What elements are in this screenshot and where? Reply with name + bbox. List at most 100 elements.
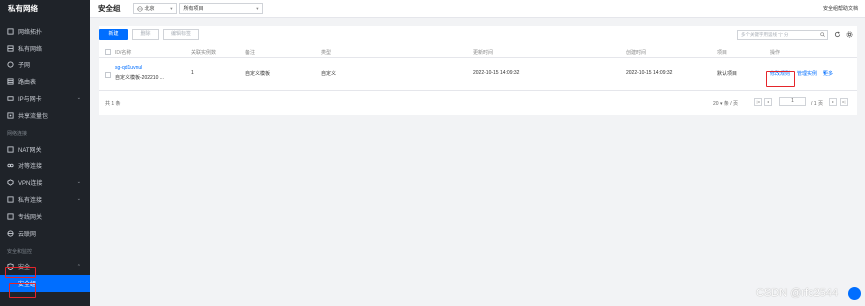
project: 默认项目 bbox=[717, 71, 738, 77]
sidebar-item-peering[interactable]: 对等连接 bbox=[0, 158, 90, 175]
new-button[interactable]: 新建 bbox=[99, 29, 128, 40]
subnet-icon bbox=[7, 61, 14, 69]
total-count: 共 1 条 bbox=[105, 101, 121, 107]
more-menu-link[interactable]: 更多 ▾ bbox=[823, 70, 833, 77]
next-page-icon[interactable]: ▸ bbox=[829, 98, 837, 106]
sidebar-item-label: 路由表 bbox=[18, 80, 37, 87]
chevron-down-icon: ⌄ bbox=[76, 95, 81, 102]
sidebar-item-label: 共享流量包 bbox=[18, 113, 49, 120]
sidebar-item-vpc[interactable]: 私有网络 bbox=[0, 40, 90, 57]
create-time: 2022-10-15 14:09:32 bbox=[626, 70, 673, 76]
help-doc-link[interactable]: 安全组帮助文档 bbox=[823, 5, 858, 12]
page-number-input[interactable]: 1 bbox=[779, 97, 806, 106]
traffic-package-icon bbox=[7, 112, 14, 119]
first-page-icon[interactable]: |◂ bbox=[754, 98, 762, 106]
region-value: 北京 bbox=[144, 6, 155, 12]
security-group-panel: 新建 删除 编辑标签 多个关键字用竖线 "|" 分 ID/名称 关联实例数 备注… bbox=[99, 26, 857, 115]
vpc-icon bbox=[7, 45, 14, 52]
delete-button[interactable]: 删除 bbox=[132, 29, 159, 40]
chevron-down-icon: ▾ bbox=[170, 5, 173, 11]
sidebar-title: 私有网络 bbox=[8, 4, 38, 13]
sidebar-item-label: 云联网 bbox=[18, 231, 37, 238]
sidebar-item-ip-nic[interactable]: IP与网卡 ⌄ bbox=[0, 90, 90, 107]
sidebar-item-label: 私有连接 bbox=[18, 198, 43, 205]
column-header: 创建时间 bbox=[626, 50, 647, 56]
sidebar-item-nat[interactable]: NAT网关 bbox=[0, 141, 90, 158]
chevron-up-icon: ⌃ bbox=[76, 263, 81, 270]
sidebar-item-subnet[interactable]: 子网 bbox=[0, 57, 90, 74]
highlight-security-item bbox=[5, 267, 36, 278]
nat-gateway-icon bbox=[7, 146, 14, 153]
watermark: CSDN @rfc2544 bbox=[756, 287, 839, 299]
table-row: sg-qd1uvnul 自定义模板-202210 ... 1 自定义模板 自定义… bbox=[99, 59, 857, 91]
region-select[interactable]: 北京 ▾ bbox=[132, 3, 177, 14]
top-header: 安全组 北京 ▾ 所有项目 ▾ 安全组帮助文档 bbox=[90, 0, 865, 18]
total-pages: / 1 页 bbox=[811, 101, 823, 107]
column-header: 更新时间 bbox=[473, 50, 494, 56]
column-header: 备注 bbox=[245, 50, 256, 56]
highlight-security-group-item bbox=[9, 283, 36, 298]
sidebar-item-label: 网络拓扑 bbox=[18, 29, 43, 36]
row-checkbox[interactable] bbox=[105, 72, 111, 78]
sidebar-item-topology[interactable]: 网络拓扑 bbox=[0, 23, 90, 40]
project-value: 所有项目 bbox=[183, 6, 204, 12]
table-footer: 共 1 条 20 ▾ 条 / 页 |◂ ◂ 1 / 1 页 ▸ ▸| bbox=[99, 91, 857, 115]
column-header: ID/名称 bbox=[115, 50, 132, 56]
sidebar-section-security: 安全和监控 bbox=[7, 248, 33, 255]
route-table-icon bbox=[7, 78, 14, 85]
search-icon[interactable] bbox=[820, 32, 825, 37]
sidebar-item-label: 私有网络 bbox=[18, 46, 43, 53]
help-float-icon[interactable] bbox=[848, 287, 861, 300]
sidebar-item-label: VPN连接 bbox=[18, 181, 43, 188]
security-group-id-link[interactable]: sg-qd1uvnul bbox=[115, 65, 142, 71]
security-group-name: 自定义模板-202210 ... bbox=[115, 75, 164, 81]
search-input[interactable]: 多个关键字用竖线 "|" 分 bbox=[737, 30, 828, 40]
peering-icon bbox=[7, 162, 14, 169]
update-time: 2022-10-15 14:09:32 bbox=[473, 70, 520, 76]
column-header: 项目 bbox=[717, 50, 728, 56]
column-header: 类型 bbox=[321, 50, 332, 56]
sidebar-item-ccn[interactable]: 云联网 bbox=[0, 225, 90, 242]
sidebar-item-dc-gateway[interactable]: 专线网关 bbox=[0, 208, 90, 225]
table-header: ID/名称 关联实例数 备注 类型 更新时间 创建时间 项目 操作 bbox=[99, 46, 857, 58]
page-title: 安全组 bbox=[98, 4, 121, 13]
project-select[interactable]: 所有项目 ▾ bbox=[178, 3, 263, 14]
sidebar-item-private-link[interactable]: 私有连接 ⌄ bbox=[0, 191, 90, 208]
sidebar-item-label: 专线网关 bbox=[18, 214, 43, 221]
type: 自定义 bbox=[321, 71, 337, 77]
page-size-select[interactable]: 20 ▾ 条 / 页 bbox=[713, 100, 738, 107]
sidebar-item-vpn[interactable]: VPN连接 ⌄ bbox=[0, 174, 90, 191]
globe-icon bbox=[136, 5, 143, 12]
sidebar-item-route-table[interactable]: 路由表 bbox=[0, 73, 90, 90]
sidebar-item-label: 对等连接 bbox=[18, 164, 43, 171]
more-label: 更多 bbox=[823, 71, 834, 77]
sidebar-section-network: 网络连接 bbox=[7, 130, 28, 137]
private-link-icon bbox=[7, 196, 14, 203]
edit-tags-button[interactable]: 编辑标签 bbox=[163, 29, 199, 40]
column-header: 操作 bbox=[770, 50, 781, 56]
highlight-modify-rules bbox=[766, 71, 795, 87]
column-header: 关联实例数 bbox=[191, 50, 217, 56]
chevron-down-icon: ▾ bbox=[256, 5, 259, 11]
vpn-icon bbox=[7, 179, 14, 186]
prev-page-icon[interactable]: ◂ bbox=[764, 98, 772, 106]
search-placeholder: 多个关键字用竖线 "|" 分 bbox=[741, 32, 789, 37]
refresh-icon[interactable] bbox=[834, 31, 841, 38]
sidebar: 私有网络 网络拓扑 私有网络 子网 路由表 IP与网卡 ⌄ 共享流量包 网络连接… bbox=[0, 0, 90, 306]
ccn-icon bbox=[7, 230, 14, 237]
dc-gateway-icon bbox=[7, 213, 14, 220]
gear-icon[interactable] bbox=[846, 31, 853, 38]
select-all-checkbox[interactable] bbox=[105, 49, 111, 55]
sidebar-item-label: IP与网卡 bbox=[18, 97, 42, 104]
topology-icon bbox=[7, 28, 14, 35]
sidebar-item-label: NAT网关 bbox=[18, 147, 42, 154]
last-page-icon[interactable]: ▸| bbox=[840, 98, 848, 106]
chevron-down-icon: ⌄ bbox=[76, 179, 81, 186]
instance-count: 1 bbox=[191, 70, 194, 76]
remark: 自定义模板 bbox=[245, 71, 271, 77]
sidebar-item-traffic-package[interactable]: 共享流量包 bbox=[0, 107, 90, 124]
ip-nic-icon bbox=[7, 95, 14, 102]
sidebar-item-label: 子网 bbox=[18, 63, 31, 70]
chevron-down-icon: ⌄ bbox=[76, 196, 81, 203]
manage-instances-link[interactable]: 管理实例 bbox=[797, 70, 817, 77]
